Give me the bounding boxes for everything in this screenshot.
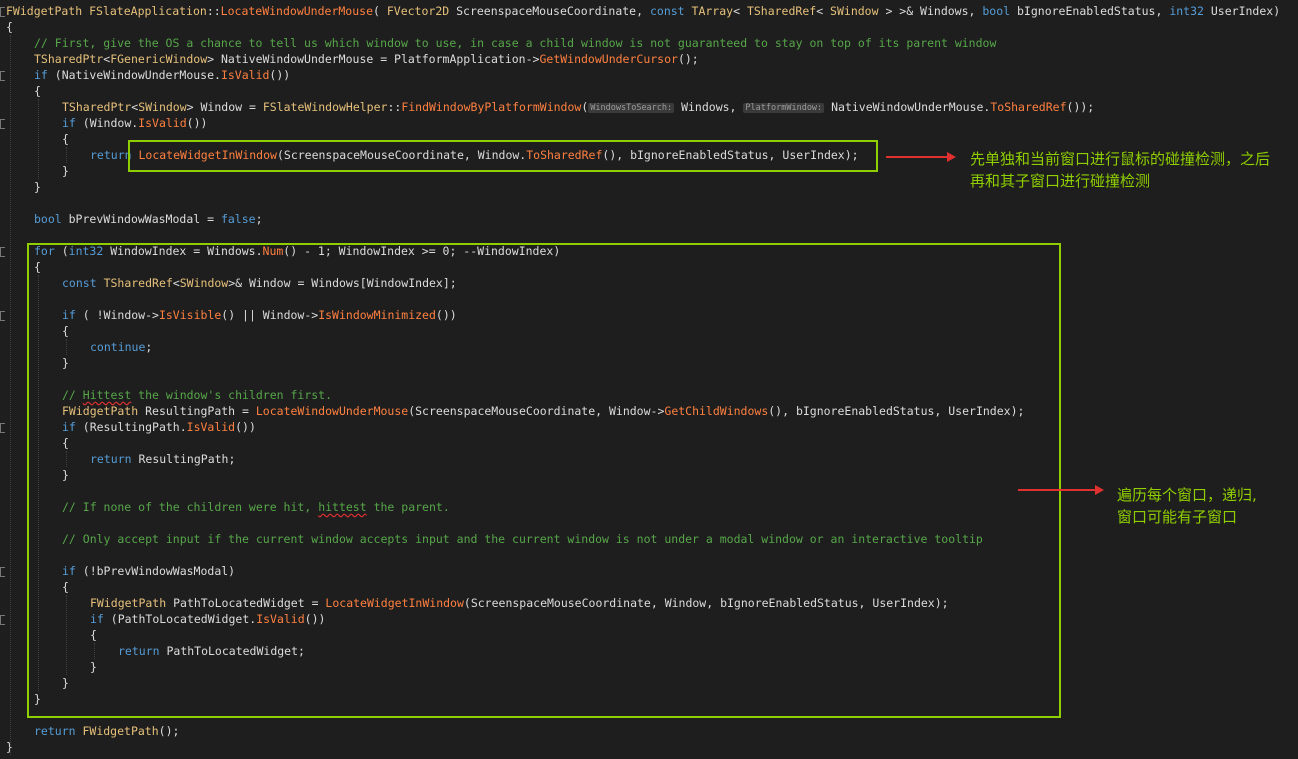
code-line: bool bPrevWindowWasModal = false; [34,211,263,227]
code-token: > NativeWindowUnderMouse = PlatformAppli… [207,52,540,66]
code-line: } [34,179,41,195]
code-token: FVector2D [386,4,450,18]
annotation-note-bottom: 遍历每个窗口，递归, 窗口可能有子窗口 [1117,486,1257,526]
code-token: (NativeWindowUnderMouse. [47,68,221,82]
code-token: ( [373,4,387,18]
annotation-note-top: 先单独和当前窗口进行鼠标的碰撞检测，之后 再和其子窗口进行碰撞检测 [970,150,1271,190]
code-token: // First, give the OS a chance to tell u… [34,36,997,50]
code-token: FSlateWindowHelper [262,100,388,114]
code-token: (); [677,52,699,66]
highlight-box-return-call [128,140,878,172]
code-line: FWidgetPath FSlateApplication::LocateWin… [6,3,1280,19]
code-token: } [62,164,69,178]
code-token: bIgnoreEnabledStatus, [1010,4,1170,18]
code-token: { [34,84,41,98]
code-token: NativeWindowUnderMouse. [824,100,991,114]
code-line: { [62,131,69,147]
code-token: < [733,4,747,18]
code-token: return [34,724,76,738]
fold-toggle-icon[interactable] [0,423,5,433]
code-token: TSharedRef [746,4,817,18]
code-token: ToSharedRef [990,100,1067,114]
code-token: if [62,116,76,130]
code-token: SWindow [830,4,879,18]
code-token: IsValid [220,68,270,82]
code-token: Windows, [674,100,744,114]
parameter-hint: WindowsToSearch: [588,103,675,113]
code-token: } [34,180,41,194]
code-line: return FWidgetPath(); [34,723,179,739]
parameter-hint: PlatformWindow: [743,103,825,113]
code-token: (); [158,724,180,738]
code-line: TSharedPtr<SWindow> Window = FSlateWindo… [62,99,1094,115]
code-line: if (NativeWindowUnderMouse.IsValid()) [34,67,290,83]
code-token: TSharedPtr [62,100,132,114]
fold-toggle-icon[interactable] [0,615,5,625]
code-token: TArray [691,4,734,18]
fold-toggle-icon[interactable] [0,71,5,81]
indent-guide [66,147,67,163]
code-token: const [649,4,685,18]
code-line: // First, give the OS a chance to tell u… [34,35,996,51]
code-token: FGenericWindow [110,52,208,66]
code-line: { [34,83,41,99]
fold-toggle-icon[interactable] [0,119,5,129]
code-token: ; [255,212,263,226]
code-token: { [6,20,13,34]
code-line: } [62,163,69,179]
arrow-right-icon [886,152,956,162]
code-token: return [90,148,132,162]
indent-guide [10,35,11,755]
code-token: ()) [269,68,291,82]
arrow-right-icon [1018,485,1104,495]
code-token: FSlateApplication [89,4,207,18]
fold-toggle-icon[interactable] [0,567,5,577]
code-token: if [34,68,48,82]
code-token: bPrevWindowWasModal = [61,212,221,226]
highlight-box-for-loop [27,243,1061,718]
code-token: IsValid [138,116,187,130]
fold-toggle-icon[interactable] [0,247,5,257]
code-token: ()); [1066,100,1095,114]
code-line: if (Window.IsValid()) [62,115,207,131]
code-token: UserIndex) [1203,4,1281,18]
code-token: :: [387,100,402,114]
code-token: FindWindowByPlatformWindow [401,100,582,114]
fold-toggle-icon[interactable] [0,311,5,321]
indent-guide [38,99,39,179]
code-token: LocateWindowUnderMouse [220,4,373,18]
code-token: bool [982,4,1011,18]
code-token: ScreenspaceMouseCoordinate, [449,4,650,18]
code-token: false [220,212,256,226]
code-token: (Window. [75,116,139,130]
code-token: > >& Windows, [878,4,983,18]
code-token: ()) [186,116,208,130]
code-token: GetWindowUnderCursor [539,52,678,66]
code-line: TSharedPtr<FGenericWindow> NativeWindowU… [34,51,699,67]
code-token: bool [34,212,62,226]
code-token: FWidgetPath [82,724,159,738]
code-line: { [6,19,13,35]
code-token: int32 [1169,4,1204,18]
code-token: FWidgetPath [6,4,83,18]
code-token: > Window = [186,100,263,114]
code-token: :: [206,4,221,18]
fold-toggle-icon[interactable] [0,7,5,17]
code-token: { [62,132,69,146]
code-token: SWindow [138,100,187,114]
code-token: TSharedPtr [34,52,104,66]
code-token: < [816,4,831,18]
